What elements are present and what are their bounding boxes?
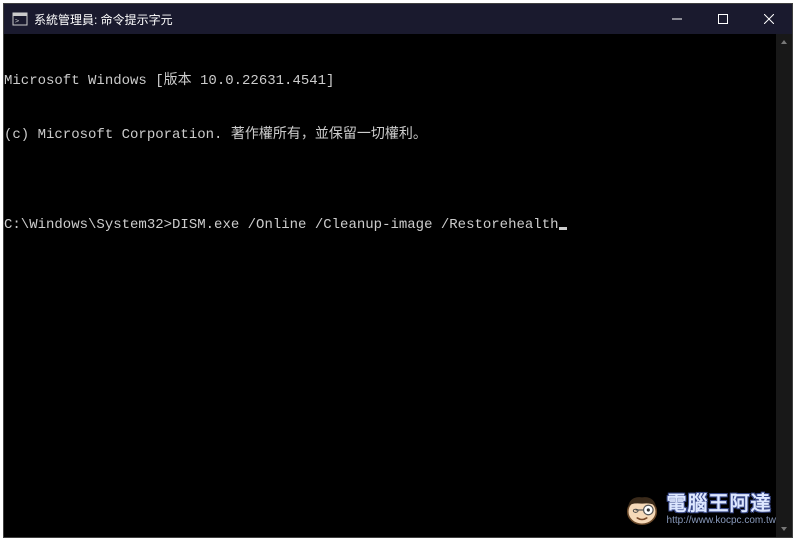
command-text: DISM.exe /Online /Cleanup-image /Restore… xyxy=(172,217,558,233)
close-button[interactable] xyxy=(746,4,792,34)
titlebar[interactable]: >_ 系統管理員: 命令提示字元 xyxy=(4,4,792,34)
cmd-icon: >_ xyxy=(12,11,28,27)
scroll-up-button[interactable] xyxy=(776,34,792,50)
command-prompt-window: >_ 系統管理員: 命令提示字元 Microsoft Windows [版本 1… xyxy=(3,3,793,538)
prompt-text: C:\Windows\System32> xyxy=(4,217,172,233)
scrollbar[interactable] xyxy=(776,34,792,537)
window-controls xyxy=(654,4,792,34)
terminal-line: Microsoft Windows [版本 10.0.22631.4541] xyxy=(4,72,792,90)
svg-text:>_: >_ xyxy=(15,17,24,25)
terminal-prompt-line: C:\Windows\System32>DISM.exe /Online /Cl… xyxy=(4,216,792,234)
scroll-down-button[interactable] xyxy=(776,521,792,537)
minimize-button[interactable] xyxy=(654,4,700,34)
cursor xyxy=(559,227,567,230)
terminal-area[interactable]: Microsoft Windows [版本 10.0.22631.4541] (… xyxy=(4,34,792,537)
window-title: 系統管理員: 命令提示字元 xyxy=(34,11,654,28)
maximize-button[interactable] xyxy=(700,4,746,34)
terminal-line: (c) Microsoft Corporation. 著作權所有，並保留一切權利… xyxy=(4,126,792,144)
